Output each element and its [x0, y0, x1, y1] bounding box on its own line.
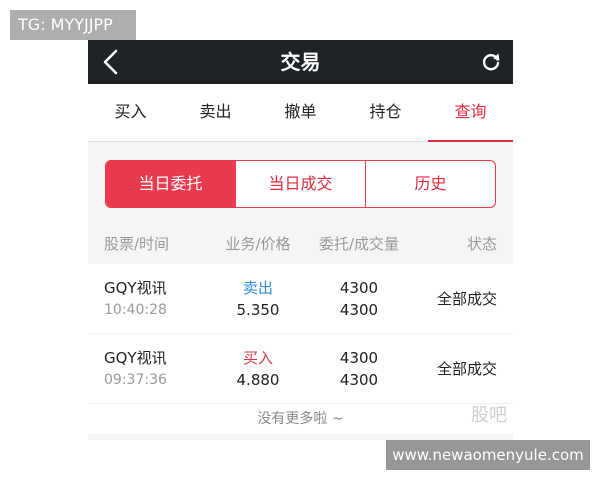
deal-quantity: 4300	[339, 300, 379, 319]
volume-cell: 4300 4300	[304, 347, 414, 391]
volume-cell: 4300 4300	[304, 277, 414, 321]
watermark-url: www.newaomenyule.com	[386, 440, 590, 470]
order-price: 4.880	[236, 370, 280, 389]
column-header-status: 状态	[466, 235, 497, 253]
page-title: 交易	[280, 50, 321, 74]
refresh-button[interactable]	[479, 50, 503, 74]
segment-today-deals[interactable]: 当日成交	[235, 161, 365, 207]
stock-name: GQY视讯	[104, 278, 167, 297]
refresh-icon	[482, 53, 500, 71]
table-row[interactable]: GQY视讯 10:40:28 卖出 5.350 4300 4300 全部成交	[88, 264, 513, 334]
tab-query[interactable]: 查询	[428, 84, 513, 142]
guba-watermark-logo: 股吧	[471, 405, 507, 426]
order-quantity: 4300	[339, 278, 379, 297]
trade-tabs: 买入 卖出 撤单 持仓 查询	[88, 84, 513, 142]
segment-today-orders[interactable]: 当日委托	[106, 161, 235, 207]
deal-quantity: 4300	[339, 370, 379, 389]
order-quantity: 4300	[339, 348, 379, 367]
order-time: 09:37:36	[104, 371, 167, 388]
stock-cell: GQY视讯 10:40:28	[104, 277, 212, 321]
table-row[interactable]: GQY视讯 09:37:36 买入 4.880 4300 4300 全部成交	[88, 334, 513, 404]
status-cell: 全部成交	[436, 360, 497, 378]
tab-cancel-order[interactable]: 撤单	[258, 84, 343, 141]
business-cell: 卖出 5.350	[212, 277, 304, 321]
business-cell: 买入 4.880	[212, 347, 304, 391]
column-header-volume: 委托/成交量	[318, 235, 400, 253]
order-time: 10:40:28	[104, 301, 167, 318]
app-screen: 交易 买入 卖出 撤单 持仓 查询 当日委托 当日成交 历史 股票/时间 业务/…	[88, 40, 513, 440]
no-more-text: 没有更多啦 ~	[257, 411, 344, 427]
operation-buy: 买入	[242, 348, 273, 367]
stock-cell: GQY视讯 09:37:36	[104, 347, 212, 391]
top-navigation-bar: 交易	[88, 40, 513, 84]
segment-history[interactable]: 历史	[365, 161, 495, 207]
stock-name: GQY视讯	[104, 348, 167, 367]
status-cell: 全部成交	[436, 290, 497, 308]
query-segment-control: 当日委托 当日成交 历史	[105, 160, 496, 208]
tab-positions[interactable]: 持仓	[343, 84, 428, 141]
column-header-business-price: 业务/价格	[225, 235, 291, 253]
tab-buy[interactable]: 买入	[88, 84, 173, 141]
order-price: 5.350	[236, 300, 280, 319]
tab-sell[interactable]: 卖出	[173, 84, 258, 141]
operation-sell: 卖出	[242, 278, 273, 297]
column-header-stock-time: 股票/时间	[104, 235, 170, 253]
watermark-tag: TG: MYYJJPP	[10, 10, 136, 40]
table-header: 股票/时间 业务/价格 委托/成交量 状态	[88, 224, 513, 264]
query-segment-container: 当日委托 当日成交 历史	[88, 142, 513, 224]
list-end-footer: 没有更多啦 ~ 股吧	[88, 404, 513, 434]
